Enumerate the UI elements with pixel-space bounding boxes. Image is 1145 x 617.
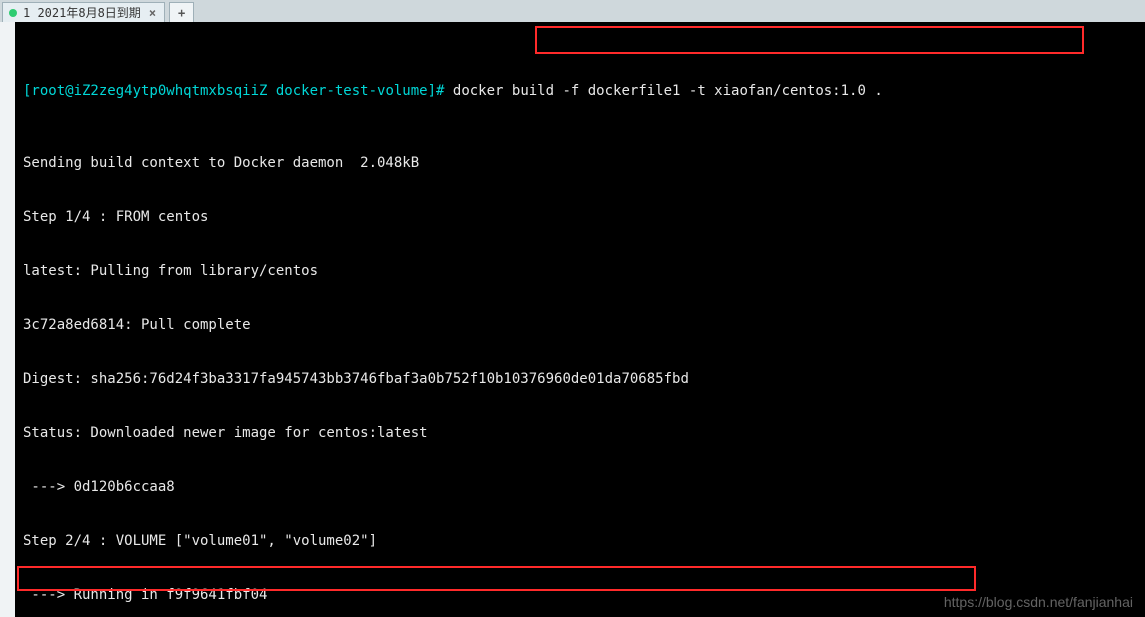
close-tab-icon[interactable]: × <box>147 4 158 22</box>
cmd-docker-build: docker build -f dockerfile1 -t xiaofan/c… <box>453 83 883 99</box>
terminal-area[interactable]: [root@iZ2zeg4ytp0whqtmxbsqiiZ docker-tes… <box>15 22 1145 617</box>
out-line: Status: Downloaded newer image for cento… <box>23 424 1137 442</box>
new-tab-button[interactable]: + <box>169 2 194 22</box>
tab-title: 1 2021年8月8日到期 <box>23 4 141 22</box>
tab-bar: 1 2021年8月8日到期 × + <box>0 0 1145 23</box>
prompt-user-host: [root@iZ2zeg4ytp0whqtmxbsqiiZ <box>23 83 276 99</box>
out-line: Step 2/4 : VOLUME ["volume01", "volume02… <box>23 532 1137 550</box>
terminal-window: 1 2021年8月8日到期 × + [root@iZ2zeg4ytp0whqtm… <box>0 0 1145 617</box>
out-line: 3c72a8ed6814: Pull complete <box>23 316 1137 334</box>
out-line: latest: Pulling from library/centos <box>23 262 1137 280</box>
out-line: Digest: sha256:76d24f3ba3317fa945743bb37… <box>23 370 1137 388</box>
prompt-line-1: [root@iZ2zeg4ytp0whqtmxbsqiiZ docker-tes… <box>23 82 1137 100</box>
gutter <box>0 22 15 617</box>
session-tab[interactable]: 1 2021年8月8日到期 × <box>2 2 165 22</box>
out-line: ---> Running in f9f9641fbf04 <box>23 586 1137 604</box>
prompt-dir: docker-test-volume <box>276 83 428 99</box>
status-dot-icon <box>9 9 17 17</box>
out-line: Sending build context to Docker daemon 2… <box>23 154 1137 172</box>
prompt-suffix: ]# <box>428 83 453 99</box>
out-line: ---> 0d120b6ccaa8 <box>23 478 1137 496</box>
out-line: Step 1/4 : FROM centos <box>23 208 1137 226</box>
plus-icon: + <box>178 4 185 22</box>
terminal-content: [root@iZ2zeg4ytp0whqtmxbsqiiZ docker-tes… <box>23 28 1137 617</box>
